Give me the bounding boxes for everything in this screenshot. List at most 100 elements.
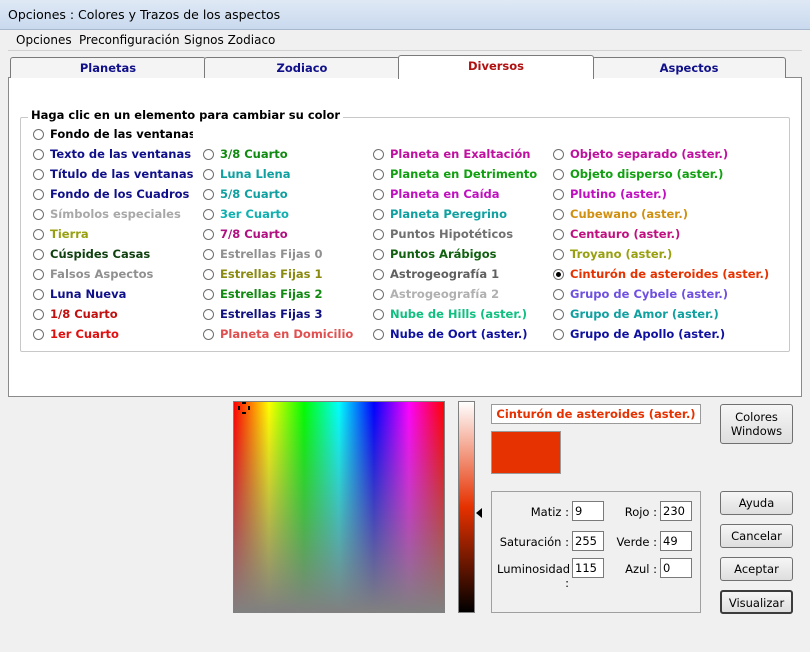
radio-button[interactable] <box>33 149 44 160</box>
verde-input[interactable]: 49 <box>660 531 692 551</box>
radio-button[interactable] <box>203 149 214 160</box>
color-option[interactable]: Tierra <box>33 226 193 243</box>
radio-button[interactable] <box>203 269 214 280</box>
color-option[interactable]: Centauro (aster.) <box>553 226 773 243</box>
radio-button[interactable] <box>33 209 44 220</box>
radio-button[interactable] <box>373 309 384 320</box>
radio-button[interactable] <box>553 229 564 240</box>
color-option[interactable]: Plutino (aster.) <box>553 186 773 203</box>
color-option[interactable]: 1/8 Cuarto <box>33 306 193 323</box>
radio-button[interactable] <box>33 249 44 260</box>
menu-preconfiguracion[interactable]: Preconfiguración <box>79 33 180 47</box>
tab-zodiaco[interactable]: Zodiaco <box>204 57 400 78</box>
color-option[interactable]: Astrogeografía 2 <box>373 286 543 303</box>
luminosidad-input[interactable]: 115 <box>572 558 604 578</box>
color-option[interactable]: Estrellas Fijas 3 <box>203 306 363 323</box>
visualizar-button[interactable]: Visualizar <box>720 590 793 614</box>
tab-planetas[interactable]: Planetas <box>10 57 206 78</box>
color-option[interactable]: Símbolos especiales <box>33 206 193 223</box>
color-option[interactable]: Objeto separado (aster.) <box>553 146 773 163</box>
color-option[interactable]: 3er Cuarto <box>203 206 363 223</box>
azul-input[interactable]: 0 <box>660 558 692 578</box>
radio-button[interactable] <box>373 329 384 340</box>
windows-colors-button[interactable]: Colores Windows <box>720 404 793 444</box>
color-option[interactable]: Planeta Peregrino <box>373 206 543 223</box>
radio-button[interactable] <box>553 329 564 340</box>
luminosity-slider[interactable] <box>458 401 475 613</box>
color-option[interactable]: Grupo de Cybele (aster.) <box>553 286 773 303</box>
tab-aspectos[interactable]: Aspectos <box>592 57 786 78</box>
radio-button[interactable] <box>203 249 214 260</box>
tab-diversos[interactable]: Diversos <box>398 55 594 79</box>
color-option[interactable]: Texto de las ventanas <box>33 146 193 163</box>
color-option[interactable]: Nube de Oort (aster.) <box>373 326 543 343</box>
option-fondo-ventanas[interactable]: Fondo de las ventanas <box>33 126 193 143</box>
aceptar-button[interactable]: Aceptar <box>720 557 793 581</box>
color-option[interactable]: Cúspides Casas <box>33 246 193 263</box>
radio-button[interactable] <box>203 309 214 320</box>
color-option[interactable]: Planeta en Exaltación <box>373 146 543 163</box>
cancelar-button[interactable]: Cancelar <box>720 524 793 548</box>
color-option[interactable]: Nube de Hills (aster.) <box>373 306 543 323</box>
color-option[interactable]: Planeta en Caída <box>373 186 543 203</box>
radio-button[interactable] <box>373 189 384 200</box>
color-option[interactable]: 5/8 Cuarto <box>203 186 363 203</box>
radio-button[interactable] <box>203 329 214 340</box>
radio-button[interactable] <box>553 209 564 220</box>
color-option[interactable]: Troyano (aster.) <box>553 246 773 263</box>
color-option[interactable]: Planeta en Domicilio <box>203 326 363 343</box>
radio-button[interactable] <box>553 169 564 180</box>
radio-button[interactable] <box>373 209 384 220</box>
color-option[interactable]: Fondo de los Cuadros <box>33 186 193 203</box>
color-option[interactable]: Puntos Arábigos <box>373 246 543 263</box>
luminosity-arrow-icon[interactable] <box>476 508 482 519</box>
color-option[interactable]: Falsos Aspectos <box>33 266 193 283</box>
radio-button[interactable] <box>553 249 564 260</box>
radio-button[interactable] <box>553 269 564 280</box>
color-option[interactable]: 1er Cuarto <box>33 326 193 343</box>
color-option[interactable]: Cubewano (aster.) <box>553 206 773 223</box>
color-option[interactable]: Grupo de Amor (aster.) <box>553 306 773 323</box>
radio-button[interactable] <box>553 289 564 300</box>
radio-button[interactable] <box>373 289 384 300</box>
color-option[interactable]: Puntos Hipotéticos <box>373 226 543 243</box>
color-option[interactable]: Estrellas Fijas 2 <box>203 286 363 303</box>
radio-button[interactable] <box>373 269 384 280</box>
color-option[interactable]: Luna Nueva <box>33 286 193 303</box>
color-option[interactable]: Objeto disperso (aster.) <box>553 166 773 183</box>
color-option[interactable]: Luna Llena <box>203 166 363 183</box>
saturacion-input[interactable]: 255 <box>572 531 604 551</box>
radio-button[interactable] <box>203 189 214 200</box>
radio-button[interactable] <box>33 169 44 180</box>
radio-button[interactable] <box>553 189 564 200</box>
color-option[interactable]: Grupo de Apollo (aster.) <box>553 326 773 343</box>
radio-button[interactable] <box>33 269 44 280</box>
color-option[interactable]: Estrellas Fijas 1 <box>203 266 363 283</box>
radio-button[interactable] <box>33 129 44 140</box>
rojo-input[interactable]: 230 <box>660 501 692 521</box>
color-option[interactable]: Planeta en Detrimento <box>373 166 543 183</box>
radio-button[interactable] <box>203 229 214 240</box>
radio-button[interactable] <box>33 289 44 300</box>
radio-button[interactable] <box>373 229 384 240</box>
radio-button[interactable] <box>33 329 44 340</box>
radio-button[interactable] <box>33 229 44 240</box>
radio-button[interactable] <box>553 309 564 320</box>
radio-button[interactable] <box>553 149 564 160</box>
menu-signos-zodiaco[interactable]: Signos Zodiaco <box>184 33 275 47</box>
radio-button[interactable] <box>373 169 384 180</box>
radio-button[interactable] <box>203 169 214 180</box>
color-option[interactable]: Cinturón de asteroides (aster.) <box>553 266 773 283</box>
color-option[interactable]: Astrogeografía 1 <box>373 266 543 283</box>
menu-opciones[interactable]: Opciones <box>16 33 72 47</box>
radio-button[interactable] <box>373 249 384 260</box>
matiz-input[interactable]: 9 <box>572 501 604 521</box>
color-option[interactable]: 7/8 Cuarto <box>203 226 363 243</box>
radio-button[interactable] <box>373 149 384 160</box>
ayuda-button[interactable]: Ayuda <box>720 491 793 515</box>
color-option[interactable]: Título de las ventanas <box>33 166 193 183</box>
color-option[interactable]: Estrellas Fijas 0 <box>203 246 363 263</box>
radio-button[interactable] <box>33 189 44 200</box>
color-option[interactable]: 3/8 Cuarto <box>203 146 363 163</box>
color-spectrum-picker[interactable] <box>233 401 445 613</box>
